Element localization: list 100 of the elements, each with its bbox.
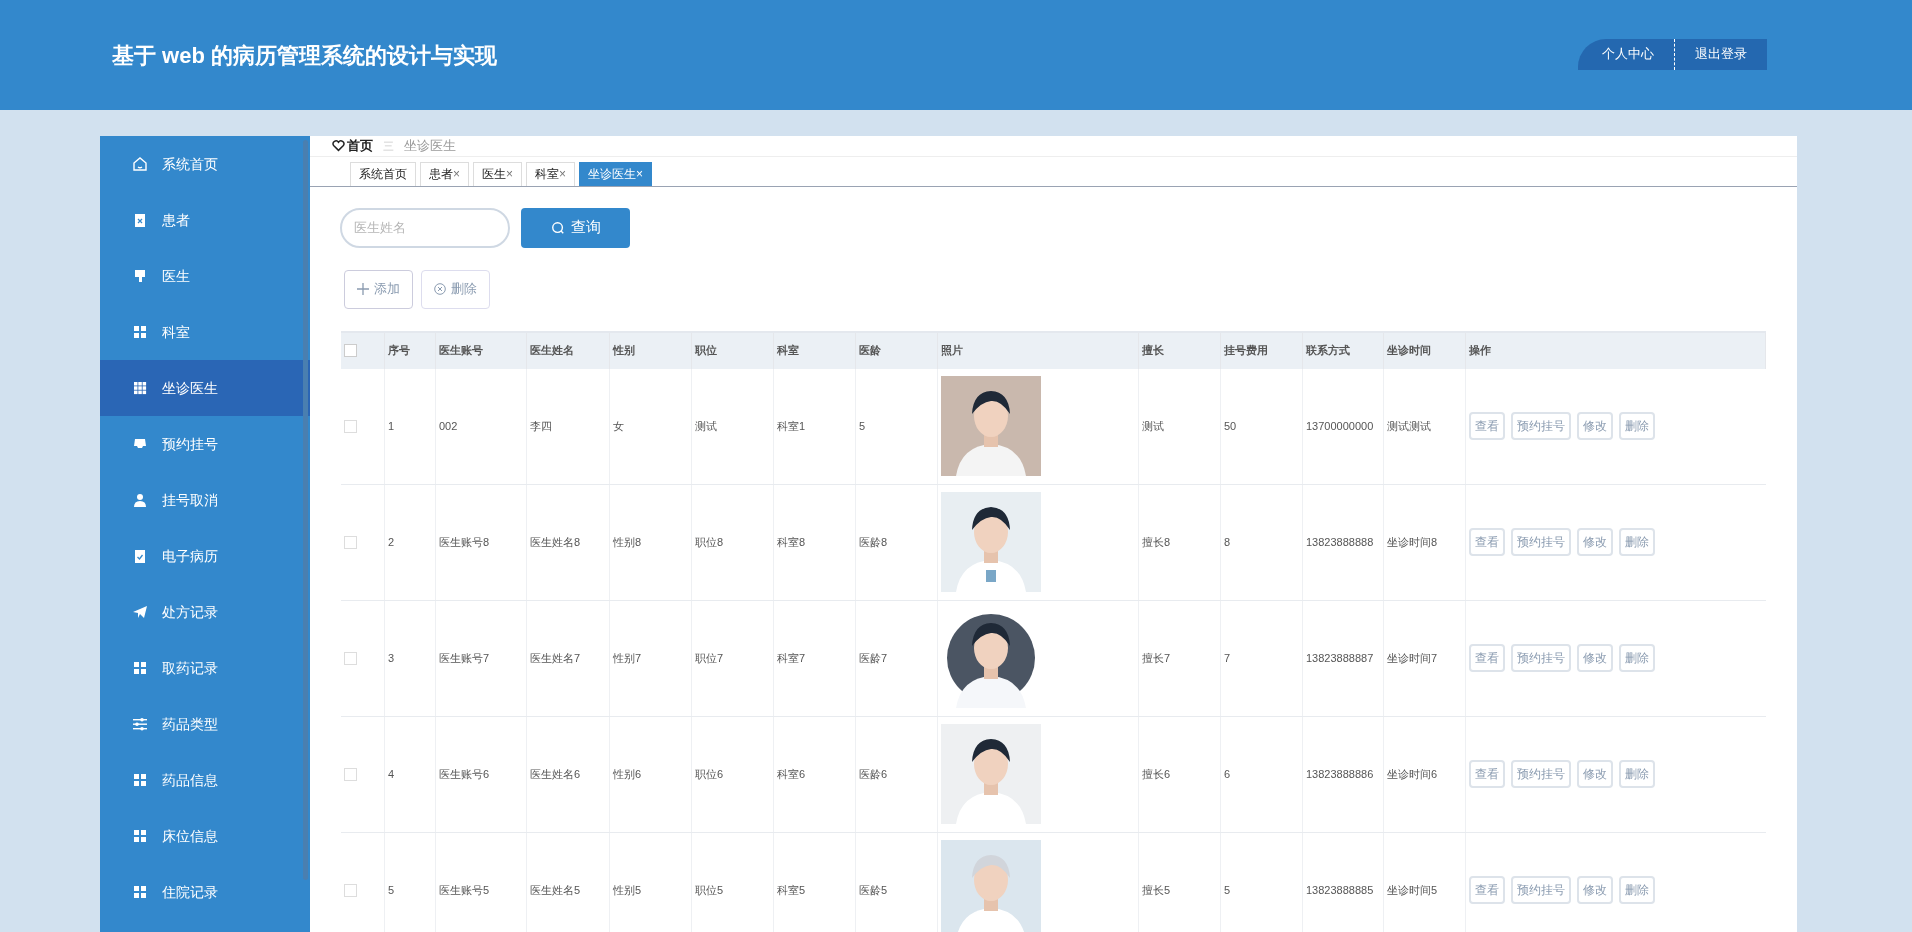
table-cell: 坐诊时间5 [1384, 832, 1466, 932]
table-cell: 科室5 [774, 832, 856, 932]
sidebar-item[interactable]: 住院记录 [100, 864, 310, 920]
add-button[interactable]: 添加 [344, 269, 413, 309]
plus-icon [357, 283, 369, 295]
table-cell: 坐诊时间6 [1384, 716, 1466, 832]
table-cell: 医龄5 [856, 832, 938, 932]
table-cell: 50 [1221, 368, 1303, 484]
table-cell: 医生姓名5 [527, 832, 610, 932]
row-checkbox[interactable] [344, 535, 357, 549]
row-checkbox[interactable] [344, 419, 357, 433]
sidebar-item[interactable]: 挂号取消 [100, 472, 310, 528]
row-action-button[interactable]: 删除 [1619, 412, 1655, 440]
table-cell: 13823888887 [1303, 600, 1384, 716]
row-action-button[interactable]: 查看 [1469, 644, 1505, 672]
row-action-button[interactable]: 预约挂号 [1511, 528, 1571, 556]
table-cell: 医龄7 [856, 600, 938, 716]
sidebar-item[interactable]: 系统首页 [100, 136, 310, 192]
table-cell: 13823888886 [1303, 716, 1384, 832]
select-all-checkbox[interactable] [344, 344, 357, 357]
row-action-button[interactable]: 预约挂号 [1511, 412, 1571, 440]
row-action-button[interactable]: 修改 [1577, 412, 1613, 440]
row-action-button[interactable]: 查看 [1469, 528, 1505, 556]
row-action-button[interactable]: 查看 [1469, 760, 1505, 788]
table-cell: 医生账号7 [436, 600, 527, 716]
row-action-button[interactable]: 预约挂号 [1511, 644, 1571, 672]
table-cell: 科室8 [774, 484, 856, 600]
row-action-button[interactable]: 查看 [1469, 876, 1505, 904]
table-cell: 医生账号5 [436, 832, 527, 932]
brush-icon [132, 268, 148, 284]
paper-plane-icon [132, 604, 148, 620]
row-action-button[interactable]: 修改 [1577, 644, 1613, 672]
table-icon [132, 380, 148, 396]
table-cell: 5 [1221, 832, 1303, 932]
table-cell: 职位6 [692, 716, 774, 832]
table-cell: 测试 [1139, 368, 1221, 484]
row-action-button[interactable]: 删除 [1619, 528, 1655, 556]
search-field[interactable]: 医生姓名 [340, 207, 510, 248]
row-checkbox[interactable] [344, 767, 357, 781]
close-icon[interactable]: × [559, 165, 567, 183]
sidebar-item[interactable]: 患者 [100, 192, 310, 248]
table-cell: 医生姓名6 [527, 716, 610, 832]
row-action-button[interactable]: 预约挂号 [1511, 760, 1571, 788]
tab[interactable]: 患者× [420, 161, 469, 186]
heart-icon [332, 139, 345, 153]
sidebar-item[interactable]: 处方记录 [100, 584, 310, 640]
column-header: 挂号费用 [1221, 332, 1303, 369]
column-header: 序号 [385, 332, 436, 369]
tab[interactable]: 科室× [526, 161, 576, 186]
row-action-button[interactable]: 修改 [1577, 876, 1613, 904]
grid-icon [132, 884, 148, 900]
column-header: 医龄 [856, 332, 938, 369]
table-cell: 女 [610, 368, 692, 484]
sidebar-item[interactable]: 预约挂号 [100, 416, 310, 472]
profile-button[interactable]: 个人中心 [1578, 38, 1675, 70]
row-action-button[interactable]: 修改 [1577, 528, 1613, 556]
table-cell: 4 [385, 716, 436, 832]
row-action-button[interactable]: 预约挂号 [1511, 876, 1571, 904]
table-cell: 医生账号6 [436, 716, 527, 832]
grid-icon [132, 660, 148, 676]
column-header: 擅长 [1139, 332, 1221, 369]
column-header: 联系方式 [1303, 332, 1384, 369]
sidebar-item[interactable]: 药品类型 [100, 696, 310, 752]
tab[interactable]: 坐诊医生× [579, 161, 653, 186]
row-action-button[interactable]: 删除 [1619, 644, 1655, 672]
column-header: 医生姓名 [527, 332, 610, 369]
tab[interactable]: 医生× [473, 161, 523, 186]
breadcrumb-home[interactable]: 首页 [332, 136, 373, 156]
row-checkbox[interactable] [344, 883, 357, 897]
table-cell: 科室6 [774, 716, 856, 832]
sidebar-item[interactable]: 床位信息 [100, 808, 310, 864]
close-icon[interactable]: × [453, 165, 460, 183]
sidebar-item[interactable]: 坐诊医生 [100, 360, 310, 416]
tab[interactable]: 系统首页 [350, 161, 416, 186]
table-cell: 5 [385, 832, 436, 932]
column-header: 职位 [692, 332, 774, 369]
table-cell: 5 [856, 368, 938, 484]
table-cell: 擅长8 [1139, 484, 1221, 600]
search-button[interactable]: 查询 [521, 207, 630, 248]
row-action-button[interactable]: 删除 [1619, 760, 1655, 788]
sidebar-item[interactable]: 药品信息 [100, 752, 310, 808]
delete-button[interactable]: 删除 [421, 269, 490, 309]
table-cell: 坐诊时间7 [1384, 600, 1466, 716]
sidebar-item[interactable]: 医生 [100, 248, 310, 304]
sidebar-item[interactable]: 科室 [100, 304, 310, 360]
close-icon[interactable]: × [506, 165, 514, 183]
close-icon[interactable]: × [636, 164, 644, 183]
table-cell: 13700000000 [1303, 368, 1384, 484]
sidebar-item[interactable]: 取药记录 [100, 640, 310, 696]
table-cell: 医生姓名7 [527, 600, 610, 716]
sidebar-item[interactable]: 电子病历 [100, 528, 310, 584]
row-checkbox[interactable] [344, 651, 357, 665]
table-cell: 2 [385, 484, 436, 600]
row-action-button[interactable]: 删除 [1619, 876, 1655, 904]
table-cell: 擅长6 [1139, 716, 1221, 832]
row-action-button[interactable]: 修改 [1577, 760, 1613, 788]
logout-button[interactable]: 退出登录 [1675, 38, 1767, 70]
table-cell: 擅长7 [1139, 600, 1221, 716]
table-cell: 职位8 [692, 484, 774, 600]
row-action-button[interactable]: 查看 [1469, 412, 1505, 440]
